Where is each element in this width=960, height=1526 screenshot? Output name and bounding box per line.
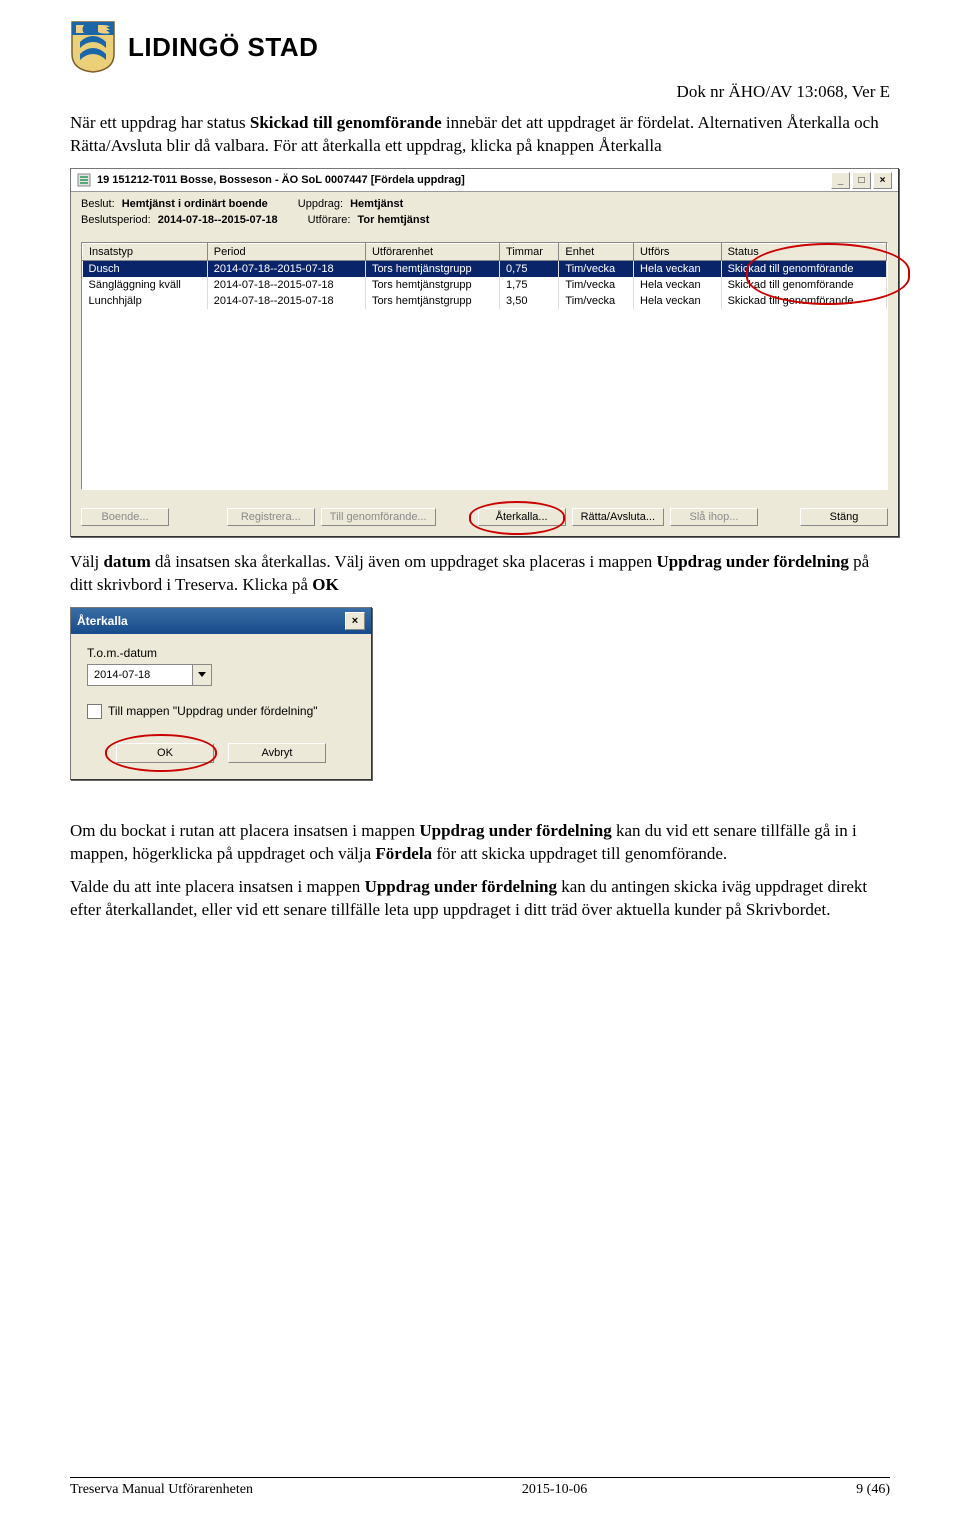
bockat-paragraph: Om du bockat i rutan att placera insatse… — [70, 820, 890, 866]
page-footer: Treserva Manual Utförarenheten 2015-10-0… — [70, 1477, 890, 1498]
registrera-button[interactable]: Registrera... — [227, 508, 315, 526]
brand-text: LIDINGÖ STAD — [128, 32, 318, 63]
tom-datum-input[interactable] — [87, 664, 212, 686]
datum-paragraph: Välj datum då insatsen ska återkallas. V… — [70, 551, 890, 597]
column-header[interactable]: Insatstyp — [83, 243, 208, 260]
maximize-button[interactable]: □ — [852, 172, 871, 189]
column-header[interactable]: Utförs — [634, 243, 722, 260]
footer-left: Treserva Manual Utförarenheten — [70, 1482, 253, 1498]
meta-row-1: Beslut: Hemtjänst i ordinärt boende Uppd… — [71, 192, 898, 212]
till-mappen-label: Till mappen "Uppdrag under fördelning" — [108, 704, 318, 718]
table-row[interactable]: Lunchhjälp2014-07-18--2015-07-18Tors hem… — [83, 293, 887, 309]
aterkalla-dialog: Återkalla × T.o.m.-datum Till mappen "Up… — [70, 607, 372, 780]
document-id: Dok nr ÄHO/AV 13:068, Ver E — [70, 82, 890, 102]
meta-row-2: Beslutsperiod: 2014-07-18--2015-07-18 Ut… — [71, 212, 898, 234]
till-mappen-checkbox[interactable] — [87, 704, 102, 719]
boende-button[interactable]: Boende... — [81, 508, 169, 526]
dropdown-icon[interactable] — [192, 665, 211, 685]
tom-datum-label: T.o.m.-datum — [87, 646, 355, 660]
fordel-uppdrag-window: 19 151212-T011 Bosse, Bosseson - ÄO SoL … — [70, 168, 899, 537]
avbryt-button[interactable]: Avbryt — [228, 743, 326, 763]
column-header[interactable]: Enhet — [559, 243, 634, 260]
aterkalla-button[interactable]: Återkalla... — [478, 508, 566, 526]
footer-date: 2015-10-06 — [253, 1482, 856, 1498]
ratta-avsluta-button[interactable]: Rätta/Avsluta... — [572, 508, 664, 526]
footer-page-number: 9 (46) — [856, 1482, 890, 1498]
window-app-icon — [77, 173, 91, 187]
stang-button[interactable]: Stäng — [800, 508, 888, 526]
dialog-titlebar: Återkalla × — [71, 608, 371, 634]
column-header[interactable]: Status — [721, 243, 886, 260]
table-row[interactable]: Dusch2014-07-18--2015-07-18Tors hemtjäns… — [83, 260, 887, 277]
column-header[interactable]: Period — [207, 243, 365, 260]
ok-button[interactable]: OK — [116, 743, 214, 763]
window-title: 19 151212-T011 Bosse, Bosseson - ÄO SoL … — [97, 174, 465, 186]
tom-datum-field[interactable] — [88, 665, 192, 685]
close-button[interactable]: × — [873, 172, 892, 189]
dialog-close-button[interactable]: × — [345, 612, 365, 630]
till-mappen-checkbox-row: Till mappen "Uppdrag under fördelning" — [87, 704, 355, 719]
page-header: LIDINGÖ STAD — [70, 20, 890, 74]
window-titlebar: 19 151212-T011 Bosse, Bosseson - ÄO SoL … — [71, 169, 898, 192]
dialog-title: Återkalla — [77, 614, 128, 628]
minimize-button[interactable]: _ — [831, 172, 850, 189]
button-bar: Boende... Registrera... Till genomförand… — [71, 500, 898, 536]
lidingo-logo-icon — [70, 20, 116, 74]
column-header[interactable]: Timmar — [500, 243, 559, 260]
window-controls: _ □ × — [831, 172, 892, 189]
sla-ihop-button[interactable]: Slå ihop... — [670, 508, 758, 526]
table-row[interactable]: Sängläggning kväll2014-07-18--2015-07-18… — [83, 277, 887, 293]
till-genomforande-button[interactable]: Till genomförande... — [321, 508, 436, 526]
valde-paragraph: Valde du att inte placera insatsen i map… — [70, 876, 890, 922]
insats-grid[interactable]: InsatstypPeriodUtförarenhetTimmarEnhetUt… — [81, 242, 888, 490]
column-header[interactable]: Utförarenhet — [365, 243, 499, 260]
intro-paragraph: När ett uppdrag har status Skickad till … — [70, 112, 890, 158]
